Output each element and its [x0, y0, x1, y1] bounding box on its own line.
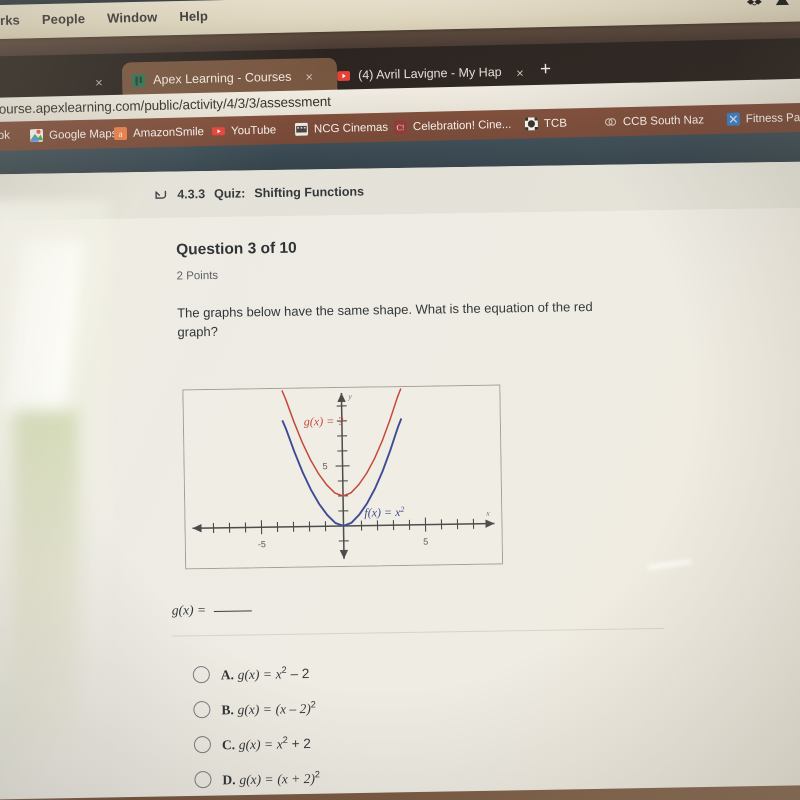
radio-button-c[interactable] [193, 736, 212, 754]
bookmark-amazonsmile[interactable]: a AmazonSmile [113, 125, 205, 141]
choice-d-expr: (x + 2) [277, 770, 316, 787]
tab-close-icon[interactable]: × [305, 69, 313, 84]
fitness-pass-icon [726, 112, 740, 126]
tcb-icon [524, 117, 539, 131]
dropbox-icon[interactable] [746, 0, 762, 8]
graph-figure: -5 5 5 y x g(x) = ? f(x) = x2 [182, 384, 504, 574]
choice-b-func: g(x) = [237, 701, 272, 717]
celebration-cinema-icon: C! [393, 120, 408, 134]
choice-c[interactable]: C. g(x) = x2 + 2 [193, 725, 320, 762]
choice-d-func: g(x) = [239, 771, 274, 787]
choice-c-letter: C. [221, 736, 236, 753]
choice-d-exponent: 2 [314, 769, 321, 780]
xtick-label-5: 5 [423, 537, 428, 547]
choice-a[interactable]: A. g(x) = x2 – 2 [192, 655, 319, 692]
choice-c-tail: + 2 [287, 735, 311, 752]
bookmark-label: YouTube [230, 123, 277, 137]
bookmark-facebook[interactable]: book [0, 130, 10, 143]
choice-a-label: A. g(x) = x2 – 2 [221, 664, 310, 683]
bookmark-label: AmazonSmile [132, 125, 205, 140]
triangle-up-icon[interactable] [775, 0, 790, 7]
ccb-icon [604, 118, 617, 126]
url-text: course.apexlearning.com/public/activity/… [0, 93, 331, 117]
choice-d-letter: D. [222, 771, 236, 788]
choice-c-func: g(x) = [238, 736, 274, 752]
radio-button-a[interactable] [192, 666, 210, 684]
web-page: 4.3.3 Quiz: Shifting Functions Question … [0, 161, 800, 800]
menu-item-people[interactable]: People [42, 11, 86, 27]
annotation-f-of-x: f(x) = x2 [364, 505, 404, 520]
bookmark-label: Google Maps [48, 127, 118, 142]
bookmark-label: NCG Cinemas [313, 121, 389, 135]
bookmark-ncg-cinemas[interactable]: NCG Cinemas [294, 121, 389, 136]
tab-close-icon-left[interactable]: × [95, 75, 103, 90]
youtube-icon [211, 127, 226, 136]
answer-prefix-line: g(x) = [172, 601, 252, 618]
radio-button-d[interactable] [194, 771, 212, 789]
bookmark-youtube[interactable]: YouTube [211, 123, 277, 138]
tab-close-icon-2[interactable]: × [516, 65, 524, 80]
menu-bar-items: rks People Window Help [0, 8, 208, 28]
screenshot-root: rks People Window Help × Apex Learning -… [0, 0, 800, 800]
bookmark-google-maps[interactable]: Google Maps [29, 127, 118, 143]
up-left-arrow-icon[interactable] [153, 187, 168, 202]
new-tab-button[interactable]: + [540, 59, 552, 81]
bookmark-celebration-cinema[interactable]: C! Celebration! Cine... [393, 118, 512, 134]
y-axis-label: y [347, 392, 352, 401]
bookmark-ccb-south-naz[interactable]: CCB South Naz [604, 113, 704, 128]
quiz-number: 4.3.3 [177, 187, 206, 202]
svg-text:a: a [118, 129, 122, 139]
bookmark-label: TCB [543, 117, 568, 130]
bookmark-tcb[interactable]: TCB [524, 117, 568, 131]
choice-c-label: C. g(x) = x2 + 2 [222, 734, 311, 753]
quiz-name: Shifting Functions [254, 184, 365, 201]
choice-b-expr: (x – 2) [275, 700, 311, 717]
bookmark-label: CCB South Naz [622, 113, 705, 128]
page-title: Question 3 of 10 [176, 239, 297, 259]
choice-b[interactable]: B. g(x) = (x – 2)2 [193, 690, 319, 727]
x-axis-label: x [485, 509, 490, 518]
svg-text:C!: C! [396, 123, 404, 132]
question-content: Question 3 of 10 2 Points The graphs bel… [0, 207, 800, 800]
ytick-label-5: 5 [322, 461, 327, 471]
choice-b-label: B. g(x) = (x – 2)2 [221, 699, 316, 718]
bookmark-label: Fitness Pa [745, 111, 800, 125]
answer-choices: A. g(x) = x2 – 2 B. g(x) = (x – 2)2 C. g… [192, 655, 321, 797]
browser-tab-title: Apex Learning - Courses [152, 69, 292, 87]
answer-blank[interactable] [213, 609, 252, 612]
browser-tab-title: (4) Avril Lavigne - My Hap [357, 64, 502, 83]
bookmark-label: book [0, 129, 11, 143]
bookmark-label: Celebration! Cine... [412, 118, 512, 133]
question-points: 2 Points [176, 269, 219, 283]
radio-button-b[interactable] [193, 701, 211, 719]
choice-a-letter: A. [220, 666, 235, 683]
apex-favicon [132, 73, 146, 87]
question-prompt: The graphs below have the same shape. Wh… [177, 298, 593, 340]
choice-b-exponent: 2 [310, 699, 316, 710]
quiz-kind: Quiz: [213, 186, 246, 201]
menu-bar-status-icons [746, 0, 800, 8]
menu-item-window[interactable]: Window [107, 10, 158, 26]
parabola-chart: -5 5 5 y x g(x) = ? f(x) = x2 [182, 384, 504, 570]
ncg-cinemas-icon [294, 122, 309, 136]
choice-b-letter: B. [221, 701, 234, 718]
choice-a-func: g(x) = [237, 666, 273, 682]
annotation-g-of-x: g(x) = ? [304, 414, 344, 429]
choice-d-label: D. g(x) = (x + 2)2 [222, 769, 320, 788]
answer-prefix-label: g(x) = [171, 602, 207, 618]
google-maps-icon [29, 128, 44, 143]
choice-a-tail: – 2 [286, 665, 310, 682]
divider-above-choices [172, 627, 665, 637]
xtick-label-neg5: -5 [258, 539, 266, 549]
amazon-icon: a [113, 126, 128, 141]
choice-d[interactable]: D. g(x) = (x + 2)2 [194, 760, 320, 797]
bookmark-fitness-pass[interactable]: Fitness Pa [726, 111, 800, 126]
youtube-favicon [337, 70, 351, 81]
menu-item-help[interactable]: Help [179, 8, 208, 24]
menu-item-bookmarks[interactable]: rks [0, 13, 20, 28]
